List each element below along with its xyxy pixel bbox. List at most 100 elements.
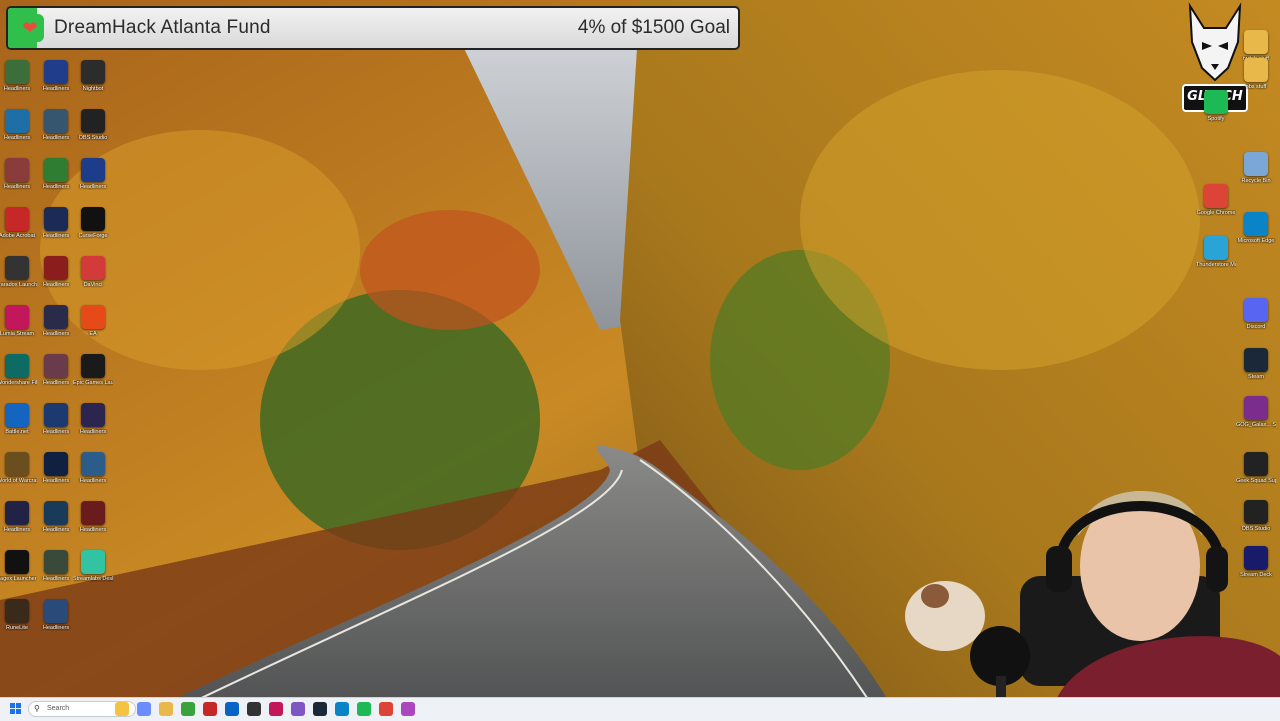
desktop-icon[interactable]: Headliners: [0, 501, 37, 549]
desktop-icon-label: Nightbot: [82, 86, 104, 92]
desktop-icon[interactable]: Headliners: [36, 305, 76, 353]
desktop-icon-label: Headliners: [3, 86, 31, 92]
desktop-icon[interactable]: Headliners: [73, 158, 113, 206]
desktop-icon[interactable]: Microsoft Edge: [1236, 212, 1276, 260]
desktop-icon[interactable]: Headliners: [36, 550, 76, 598]
desktop-icon[interactable]: Headliners: [36, 403, 76, 451]
desktop-icon[interactable]: Headliners: [73, 452, 113, 500]
app-icon: [1244, 348, 1268, 372]
adobe-icon[interactable]: [203, 702, 217, 716]
desktop-icon-label: GOG_Galax... Shortcut: [1236, 422, 1276, 428]
desktop-icon[interactable]: Paradox Launcher v2: [0, 256, 37, 304]
desktop-icon-label: Lumia Stream: [0, 331, 35, 337]
desktop-icon[interactable]: Headliners: [0, 109, 37, 157]
app-icon: [81, 109, 105, 133]
desktop-icon-label: Discord: [1246, 324, 1266, 330]
app-icon: [5, 207, 29, 231]
copilot-icon[interactable]: [137, 702, 151, 716]
desktop-icon[interactable]: World of Warcraft: [0, 452, 37, 500]
desktop-icon[interactable]: RuneLite: [0, 599, 37, 647]
desktop-icon[interactable]: Recycle Bin: [1236, 152, 1276, 200]
spotify-icon[interactable]: [357, 702, 371, 716]
desktop-icon[interactable]: Headliners: [0, 158, 37, 206]
desktop-icon-label: Headliners: [42, 380, 70, 386]
xbox-icon[interactable]: [181, 702, 195, 716]
desktop-icon[interactable]: DaVinci: [73, 256, 113, 304]
desktop-icon[interactable]: Headliners: [36, 599, 76, 647]
desktop-icon-label: Headliners: [42, 233, 70, 239]
desktop-icon[interactable]: Headliners: [36, 354, 76, 402]
desktop-icon[interactable]: Epic Games Launcher: [73, 354, 113, 402]
desktop-icon[interactable]: Lumia Stream: [0, 305, 37, 353]
desktop-icon[interactable]: Headliners: [36, 452, 76, 500]
desktop-icon-label: obs stuff: [1245, 84, 1267, 90]
desktop-icon-label: Headliners: [79, 478, 107, 484]
desktop-icon-label: DaVinci: [83, 282, 103, 288]
desktop-icon[interactable]: Headliners: [36, 158, 76, 206]
app-icon: [81, 403, 105, 427]
desktop-icon[interactable]: Google Chrome: [1196, 184, 1236, 232]
app-icon: [44, 60, 68, 84]
desktop-icon-label: Headliners: [79, 527, 107, 533]
app-icon: [5, 109, 29, 133]
app-icon: [44, 354, 68, 378]
desktop-icon[interactable]: Headliners: [36, 109, 76, 157]
app-icon: [1244, 152, 1268, 176]
desktop-icon[interactable]: Adobe Acrobat: [0, 207, 37, 255]
desktop-icon[interactable]: Headliners: [0, 60, 37, 108]
desktop-icon-label: Headliners: [3, 135, 31, 141]
obs-icon[interactable]: [247, 702, 261, 716]
edge-icon[interactable]: [335, 702, 349, 716]
folder-icon[interactable]: [159, 702, 173, 716]
desktop-icon[interactable]: CurseForge: [73, 207, 113, 255]
steam-icon[interactable]: [313, 702, 327, 716]
app-icon: [81, 60, 105, 84]
desktop-icon[interactable]: Headliners: [36, 501, 76, 549]
desktop-icon[interactable]: obs stuff: [1236, 58, 1276, 106]
app-icon: [1204, 90, 1228, 114]
chrome-icon[interactable]: [379, 702, 393, 716]
desktop-icon[interactable]: Headliners: [73, 403, 113, 451]
desktop-icon-label: Streamlabs Desktop: [73, 576, 113, 582]
webcam-feed: [900, 456, 1280, 720]
app-icon: [81, 305, 105, 329]
app-icon: [44, 452, 68, 476]
desktop-icon[interactable]: Jagex Launcher: [0, 550, 37, 598]
app-icon: [5, 305, 29, 329]
desktop-icon[interactable]: Headliners: [73, 501, 113, 549]
desktop-icon-label: RuneLite: [5, 625, 29, 631]
desktop-icon[interactable]: EA: [73, 305, 113, 353]
file-explorer-icon[interactable]: [115, 702, 129, 716]
desktop-icon-label: Headliners: [42, 429, 70, 435]
app-icon: [5, 550, 29, 574]
outlook-icon[interactable]: [225, 702, 239, 716]
desktop-icon[interactable]: Discord: [1236, 298, 1276, 346]
desktop-icon[interactable]: Streamlabs Desktop: [73, 550, 113, 598]
desktop-icon[interactable]: Battle.net: [0, 403, 37, 451]
desktop-icon[interactable]: GOG_Galax... Shortcut: [1236, 396, 1276, 444]
app-icon: [44, 256, 68, 280]
desktop-icon[interactable]: Wondershare Filmora 14: [0, 354, 37, 402]
desktop-icon-label: Epic Games Launcher: [73, 380, 113, 386]
desktop-icon-label: Headliners: [3, 184, 31, 190]
desktop-icon-label: Headliners: [79, 429, 107, 435]
davinci-icon[interactable]: [269, 702, 283, 716]
desktop-icon[interactable]: OBS Studio: [73, 109, 113, 157]
desktop-icon[interactable]: Headliners: [36, 207, 76, 255]
desktop-icon[interactable]: Steam: [1236, 348, 1276, 396]
app-icon: [81, 207, 105, 231]
desktop-icon[interactable]: Spotify: [1196, 90, 1236, 138]
windows-start-button[interactable]: [10, 703, 22, 715]
fund-title: DreamHack Atlanta Fund: [54, 17, 271, 38]
lumia-icon[interactable]: [291, 702, 305, 716]
desktop-icon[interactable]: Headliners: [36, 60, 76, 108]
desktop-icon[interactable]: Headliners: [36, 256, 76, 304]
desktop-icon-label: Adobe Acrobat: [0, 233, 36, 239]
desktop-icon[interactable]: Nightbot: [73, 60, 113, 108]
app-icon: [1244, 58, 1268, 82]
streamlabs-icon[interactable]: [401, 702, 415, 716]
app-icon: [5, 403, 29, 427]
desktop-icon[interactable]: Thunderstore Mod Mana...: [1196, 236, 1236, 284]
fund-goal-text: 4% of $1500 Goal: [577, 17, 730, 38]
heart-icon: ❤: [16, 14, 44, 42]
